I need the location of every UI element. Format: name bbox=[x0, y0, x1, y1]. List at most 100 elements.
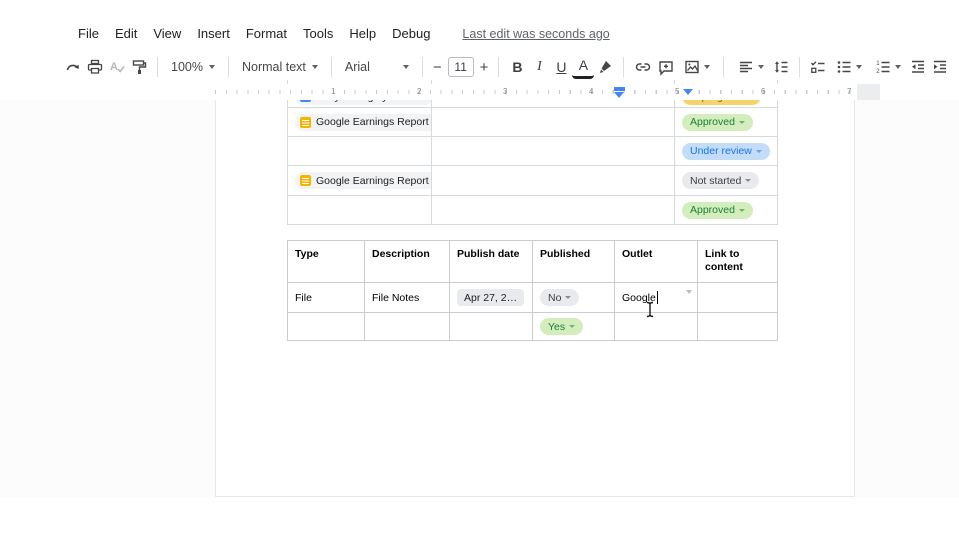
table-cell-type[interactable]: File bbox=[287, 283, 365, 312]
ruler-number: 7 bbox=[847, 87, 851, 96]
table-cell-published[interactable]: No bbox=[533, 283, 615, 312]
add-comment-button[interactable] bbox=[655, 55, 677, 79]
column-header-outlet[interactable]: Outlet bbox=[615, 241, 698, 282]
table-cell[interactable] bbox=[432, 137, 675, 165]
underline-button[interactable]: U bbox=[550, 55, 572, 79]
ruler-number: 4 bbox=[589, 87, 593, 96]
column-header-published[interactable]: Published bbox=[533, 241, 615, 282]
menu-item-debug[interactable]: Debug bbox=[384, 26, 438, 41]
table-cell-outlet[interactable]: Google bbox=[615, 283, 698, 312]
chevron-down-icon bbox=[895, 65, 901, 69]
status-chip[interactable]: Approved bbox=[682, 114, 753, 131]
toolbar-divider bbox=[498, 57, 499, 77]
align-button[interactable] bbox=[731, 55, 770, 79]
table-cell[interactable] bbox=[365, 313, 450, 340]
spellcheck-button[interactable]: A bbox=[106, 55, 128, 79]
indent-marker-left[interactable] bbox=[614, 92, 624, 98]
chevron-down-icon bbox=[758, 65, 764, 69]
text-color-button[interactable]: A bbox=[572, 55, 594, 79]
chip-dropdown-icon bbox=[739, 121, 745, 124]
redo-icon bbox=[64, 58, 82, 76]
toolbar-divider bbox=[799, 57, 800, 77]
font-select[interactable]: Arial bbox=[339, 55, 415, 79]
header-label: Link to content bbox=[705, 248, 757, 274]
numbered-list-button[interactable]: 12 bbox=[868, 55, 907, 79]
table-row: Yes bbox=[287, 313, 778, 341]
table-cell[interactable]: Not started bbox=[675, 166, 778, 195]
menu-item-tools[interactable]: Tools bbox=[295, 26, 341, 41]
status-chip[interactable]: Under review bbox=[682, 143, 770, 160]
font-size-input[interactable]: 11 bbox=[448, 57, 474, 77]
redo-button[interactable] bbox=[62, 55, 84, 79]
menu-item-insert[interactable]: Insert bbox=[189, 26, 238, 41]
date-chip[interactable]: Apr 27, 2… bbox=[457, 289, 524, 306]
menu-item-view[interactable]: View bbox=[145, 26, 189, 41]
table-row: Approved bbox=[287, 196, 778, 225]
table-cell[interactable] bbox=[287, 196, 432, 224]
increase-font-size-button[interactable]: + bbox=[477, 59, 492, 76]
published-chip[interactable]: No bbox=[540, 289, 579, 306]
header-label: Publish date bbox=[457, 248, 519, 261]
chip-dropdown-icon bbox=[756, 150, 762, 153]
table-cell[interactable] bbox=[287, 137, 432, 165]
table-cell[interactable] bbox=[432, 196, 675, 224]
paint-format-icon bbox=[130, 58, 148, 76]
menu-item-help[interactable]: Help bbox=[341, 26, 384, 41]
header-label: Type bbox=[295, 248, 319, 261]
doc-chip[interactable]: Google Earnings Report bbox=[295, 172, 432, 189]
table-cell[interactable]: Google Earnings Report bbox=[287, 108, 432, 136]
line-spacing-button[interactable] bbox=[770, 55, 792, 79]
table-cell[interactable] bbox=[287, 313, 365, 340]
column-header-type[interactable]: Type bbox=[287, 241, 365, 282]
table-cell[interactable] bbox=[615, 313, 698, 340]
menu-item-file[interactable]: File bbox=[78, 26, 107, 41]
highlight-button[interactable] bbox=[594, 55, 616, 79]
chevron-down-icon bbox=[403, 65, 409, 69]
insert-link-button[interactable] bbox=[631, 55, 655, 79]
table-cell[interactable] bbox=[698, 313, 778, 340]
column-header-link[interactable]: Link to content bbox=[698, 241, 778, 282]
table-cell[interactable]: Approved bbox=[675, 108, 778, 136]
print-button[interactable] bbox=[84, 55, 106, 79]
column-header-description[interactable]: Description bbox=[365, 241, 450, 282]
table-cell[interactable]: Under review bbox=[675, 137, 778, 165]
bullet-list-icon bbox=[835, 58, 853, 76]
table-cell-link[interactable] bbox=[698, 283, 778, 312]
svg-text:A: A bbox=[110, 61, 118, 73]
paragraph-style-select[interactable]: Normal text bbox=[236, 55, 324, 79]
italic-button[interactable]: I bbox=[528, 55, 550, 79]
insert-image-button[interactable] bbox=[677, 55, 716, 79]
doc-chip[interactable]: Google Earnings Report bbox=[295, 114, 432, 131]
status-chip[interactable]: Approved bbox=[682, 202, 753, 219]
indent-marker-bar[interactable] bbox=[614, 87, 625, 91]
increase-indent-button[interactable] bbox=[929, 55, 951, 79]
checklist-button[interactable] bbox=[807, 55, 829, 79]
column-header-publish-date[interactable]: Publish date bbox=[450, 241, 533, 282]
status-chip-label: Approved bbox=[690, 116, 735, 128]
cell-dropdown-icon[interactable] bbox=[686, 290, 692, 294]
decrease-font-size-button[interactable]: − bbox=[430, 59, 445, 76]
mouse-ibeam-cursor bbox=[645, 301, 655, 318]
table-cell[interactable]: Approved bbox=[675, 196, 778, 224]
bold-button[interactable]: B bbox=[506, 55, 528, 79]
table-cell[interactable] bbox=[432, 166, 675, 195]
zoom-select[interactable]: 100% bbox=[165, 55, 221, 79]
table-cell-description[interactable]: File Notes bbox=[365, 283, 450, 312]
cell-text: File bbox=[295, 292, 312, 304]
menu-item-edit[interactable]: Edit bbox=[107, 26, 145, 41]
table-cell-publish-date[interactable]: Apr 27, 2… bbox=[450, 283, 533, 312]
indent-marker-right[interactable] bbox=[683, 89, 693, 95]
last-edit-status-link[interactable]: Last edit was seconds ago bbox=[462, 27, 609, 41]
menu-item-format[interactable]: Format bbox=[238, 26, 295, 41]
paint-format-button[interactable] bbox=[128, 55, 150, 79]
table-cell[interactable]: Yes bbox=[533, 313, 615, 340]
decrease-indent-button[interactable] bbox=[907, 55, 929, 79]
status-table: Larry's Lengthy Lecture In progress Goog… bbox=[287, 80, 778, 225]
table-cell[interactable]: Google Earnings Report bbox=[287, 166, 432, 195]
bullet-list-button[interactable] bbox=[829, 55, 868, 79]
status-chip[interactable]: Not started bbox=[682, 172, 759, 189]
published-chip[interactable]: Yes bbox=[540, 318, 583, 335]
indent-icon bbox=[931, 58, 949, 76]
table-cell[interactable] bbox=[432, 108, 675, 136]
table-cell[interactable] bbox=[450, 313, 533, 340]
